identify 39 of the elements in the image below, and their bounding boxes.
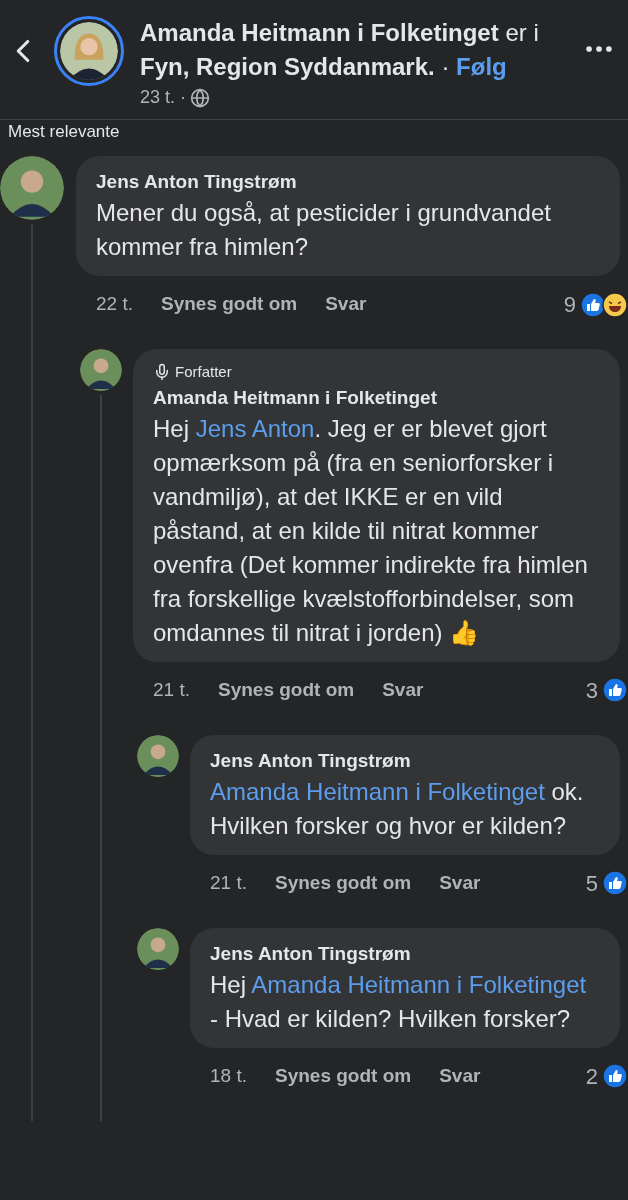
microphone-icon bbox=[153, 363, 171, 382]
follow-link[interactable]: Følg bbox=[456, 53, 507, 80]
comment-text: Hej Jens Anton. Jeg er er blevet gjort opmærksom på (fra en seniorforsker i vandmiljø), at det IKKE er en vild påstand, at en kilde til nitrat kommer ovenfra (Det kommer indirekte fra himlen fra forskellige kvælstofforbindelser, som omdannes til nitrat i jorden) 👍 bbox=[153, 413, 589, 648]
mention-link[interactable]: Jens Anton bbox=[195, 414, 315, 442]
avatar bbox=[137, 734, 179, 777]
like-link[interactable]: Synes godt om bbox=[218, 675, 355, 705]
reply-link[interactable]: Svar bbox=[439, 868, 481, 898]
comment-time: 22 t. bbox=[96, 292, 133, 317]
post-time: 23 t. · bbox=[140, 86, 187, 109]
reaction-count: 2 bbox=[585, 1062, 598, 1091]
sort-label[interactable]: Mest relevante bbox=[0, 120, 628, 144]
reply-link[interactable]: Svar bbox=[382, 675, 424, 705]
comment-author[interactable]: Jens Anton Tingstrøm bbox=[210, 746, 600, 775]
post-header-text: Amanda Heitmann i Folketinget er i Fyn, Region Syddanmark. · Følg bbox=[140, 18, 540, 82]
like-link[interactable]: Synes godt om bbox=[275, 1061, 412, 1091]
comment-text: Mener du også, at pesticider i grundvandet kommer fra himlen? bbox=[96, 198, 552, 262]
like-reaction-icon bbox=[580, 291, 606, 318]
globe-icon bbox=[190, 87, 211, 108]
author-label: Forfatter bbox=[175, 362, 232, 382]
comment-time: 21 t. bbox=[210, 870, 247, 895]
like-link[interactable]: Synes godt om bbox=[161, 290, 298, 319]
avatar bbox=[137, 927, 179, 970]
mention-link[interactable]: Amanda Heitmann i Folketinget bbox=[210, 777, 545, 805]
comment-author[interactable]: Amanda Heitmann i Folketinget bbox=[153, 383, 600, 412]
avatar bbox=[80, 349, 122, 391]
comment-time: 21 t. bbox=[153, 677, 190, 702]
comment-text: Amanda Heitmann i Folketinget ok. Hvilken forsker og hvor er kilden? bbox=[210, 776, 585, 841]
avatar bbox=[0, 156, 64, 220]
reply-link[interactable]: Svar bbox=[439, 1061, 481, 1091]
reply-link[interactable]: Svar bbox=[325, 290, 367, 319]
comment-time: 18 t. bbox=[210, 1063, 247, 1088]
comment-author[interactable]: Jens Anton Tingstrøm bbox=[210, 939, 600, 968]
reaction-count: 5 bbox=[585, 869, 598, 898]
mention-link[interactable]: Amanda Heitmann i Folketinget bbox=[251, 970, 587, 998]
comment-text: Hej Amanda Heitmann i Folketinget - Hvad er kilden? Hvilken forsker? bbox=[210, 969, 588, 1034]
reaction-count: 9 bbox=[563, 291, 576, 319]
reaction-count: 3 bbox=[585, 676, 598, 705]
like-link[interactable]: Synes godt om bbox=[275, 868, 412, 898]
comment-author[interactable]: Jens Anton Tingstrøm bbox=[96, 168, 600, 196]
